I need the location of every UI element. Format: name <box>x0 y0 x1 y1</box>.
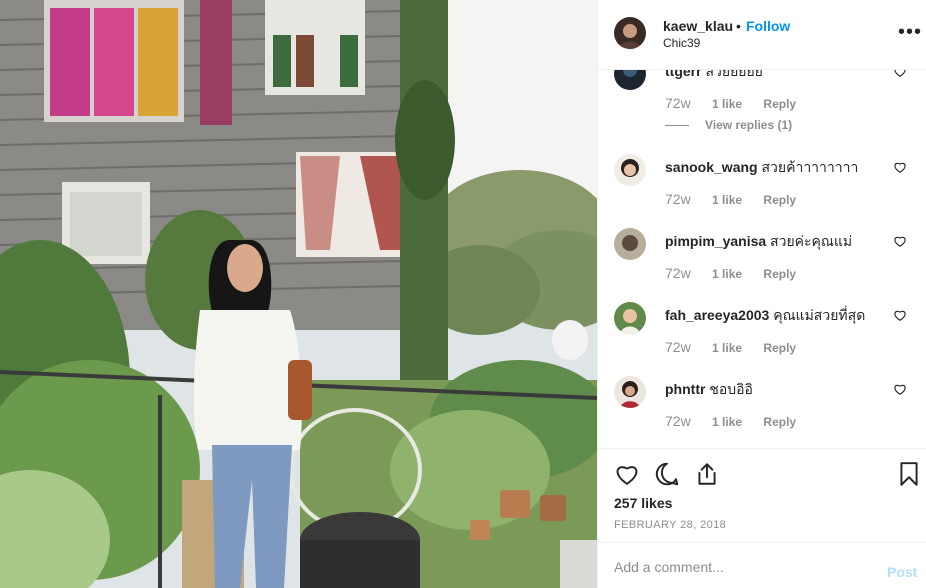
location-link[interactable]: Chic39 <box>663 36 700 50</box>
comment-body: สวยยยยย <box>705 70 763 79</box>
comment-likes[interactable]: 1 like <box>712 193 742 207</box>
comment-time[interactable]: 72w <box>665 413 691 429</box>
reply-button[interactable]: Reply <box>763 267 796 281</box>
comment-text: sanook_wang สวยค้าาาาาาาา <box>665 157 895 179</box>
comment-body: สวยค้าาาาาาาา <box>761 159 859 175</box>
commenter-username[interactable]: fah_areeya2003 <box>665 307 769 323</box>
add-comment-input[interactable] <box>614 557 854 577</box>
commenter-username[interactable]: pimpim_yanisa <box>665 233 766 249</box>
comment-text: ttgerr สวยยยยย <box>665 70 895 83</box>
reply-button[interactable]: Reply <box>763 193 796 207</box>
post-actions: 257 likes FEBRUARY 28, 2018 <box>598 448 926 542</box>
comment-item: pimpim_yanisa สวยค่ะคุณแม่ 72w 1 like Re… <box>598 228 926 302</box>
post-date: FEBRUARY 28, 2018 <box>614 519 727 531</box>
comment-time[interactable]: 72w <box>665 339 691 355</box>
post-photo[interactable] <box>0 0 597 588</box>
follow-button[interactable]: Follow <box>746 18 790 34</box>
likes-count[interactable]: 257 likes <box>614 495 672 511</box>
comment-item: phnttr ชอบอิอิ 72w 1 like Reply <box>598 376 926 448</box>
view-replies-button[interactable]: View replies (1) <box>665 118 792 132</box>
commenter-username[interactable]: ttgerr <box>665 70 702 79</box>
comments-list[interactable]: ttgerr สวยยยยย 72w 1 like Reply View rep… <box>598 70 926 448</box>
commenter-username[interactable]: phnttr <box>665 381 705 397</box>
comment-heart-icon[interactable] <box>893 308 907 322</box>
comment-meta: 72w 1 like Reply <box>665 191 814 207</box>
post-panel: kaew_klau • Follow Chic39 ••• ttgerr สวย… <box>597 0 926 588</box>
comment-likes[interactable]: 1 like <box>712 341 742 355</box>
reply-button[interactable]: Reply <box>763 341 796 355</box>
comment-body: คุณแม่สวยที่สุด <box>773 307 866 323</box>
comment-body: สวยค่ะคุณแม่ <box>770 233 853 249</box>
comment-icon[interactable] <box>654 461 680 487</box>
comment-item: sanook_wang สวยค้าาาาาาาา 72w 1 like Rep… <box>598 154 926 228</box>
commenter-avatar[interactable] <box>614 154 646 186</box>
comment-text: pimpim_yanisa สวยค่ะคุณแม่ <box>665 231 895 253</box>
comment-meta: 72w 1 like Reply <box>665 95 814 111</box>
comment-heart-icon[interactable] <box>893 160 907 174</box>
comment-likes[interactable]: 1 like <box>712 415 742 429</box>
author-username[interactable]: kaew_klau <box>663 18 733 34</box>
header-separator: • <box>736 18 741 34</box>
comment-heart-icon[interactable] <box>893 382 907 396</box>
heart-icon[interactable] <box>614 461 640 487</box>
commenter-avatar[interactable] <box>614 228 646 260</box>
comment-heart-icon[interactable] <box>893 234 907 248</box>
post-header: kaew_klau • Follow Chic39 ••• <box>598 0 926 70</box>
comment-time[interactable]: 72w <box>665 265 691 281</box>
comment-likes[interactable]: 1 like <box>712 97 742 111</box>
reply-button[interactable]: Reply <box>763 415 796 429</box>
reply-button[interactable]: Reply <box>763 97 796 111</box>
commenter-avatar[interactable] <box>614 70 646 90</box>
commenter-avatar[interactable] <box>614 302 646 334</box>
more-icon[interactable]: ••• <box>898 22 922 42</box>
bookmark-icon[interactable] <box>896 461 922 487</box>
comment-item: fah_areeya2003 คุณแม่สวยที่สุด 72w 1 lik… <box>598 302 926 376</box>
author-avatar[interactable] <box>614 17 646 49</box>
view-replies-label: View replies (1) <box>705 118 793 132</box>
share-icon[interactable] <box>694 461 720 487</box>
add-comment-bar: Post <box>598 542 926 588</box>
post-photo-image <box>0 0 597 588</box>
comment-body: ชอบอิอิ <box>709 381 753 397</box>
comment-likes[interactable]: 1 like <box>712 267 742 281</box>
comment-heart-icon[interactable] <box>893 70 907 78</box>
comment-meta: 72w 1 like Reply <box>665 339 814 355</box>
comment-meta: 72w 1 like Reply <box>665 265 814 281</box>
commenter-username[interactable]: sanook_wang <box>665 159 758 175</box>
commenter-avatar[interactable] <box>614 376 646 408</box>
post-comment-button[interactable]: Post <box>887 564 917 580</box>
comment-text: fah_areeya2003 คุณแม่สวยที่สุด <box>665 305 895 327</box>
comment-time[interactable]: 72w <box>665 191 691 207</box>
comment-text: phnttr ชอบอิอิ <box>665 379 895 401</box>
comment-time[interactable]: 72w <box>665 95 691 111</box>
comment-meta: 72w 1 like Reply <box>665 413 814 429</box>
replies-divider <box>665 125 689 127</box>
comment-item: ttgerr สวยยยยย 72w 1 like Reply View rep… <box>598 70 926 132</box>
